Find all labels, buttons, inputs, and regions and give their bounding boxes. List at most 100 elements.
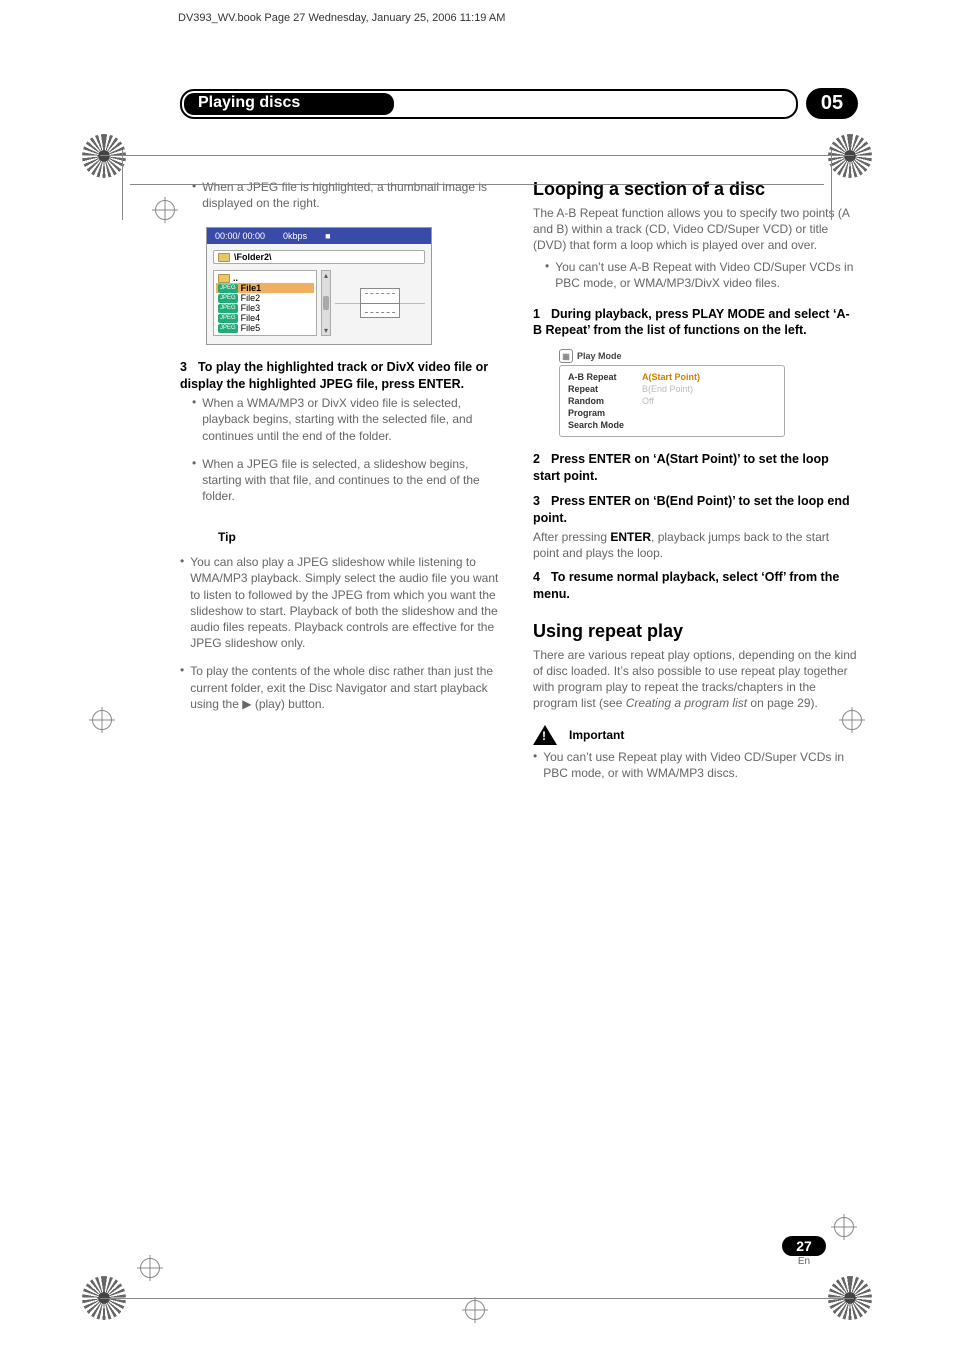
pm-opt: B(End Point)	[642, 384, 700, 394]
bullet-icon: •	[180, 663, 184, 718]
disc-nav-path-text: \Folder2\	[234, 252, 272, 262]
crosshair-bottom	[465, 1300, 485, 1320]
bullet-icon: •	[192, 456, 196, 511]
important-label: Important	[569, 728, 624, 742]
list-item: JPEG File3	[216, 303, 314, 313]
looping-desc: The A-B Repeat function allows you to sp…	[533, 205, 858, 254]
file-list: .. JPEG File1 JPEG File2 JPEG File3	[213, 270, 317, 336]
scroll-down-icon[interactable]: ▾	[322, 326, 330, 335]
play-mode-title: Play Mode	[577, 351, 622, 361]
page-lang: En	[798, 1256, 810, 1267]
section-title: Playing discs	[184, 93, 394, 115]
disc-nav-header: 00:00/ 00:00 0kbps ■	[207, 228, 431, 244]
list-item: JPEG File1	[216, 283, 314, 293]
thumbnail-icon	[360, 288, 400, 318]
parent-dots: ..	[233, 273, 238, 283]
loop-step2-text: Press ENTER on ‘A(Start Point)’ to set t…	[533, 452, 829, 483]
enter-keyword: ENTER	[610, 530, 651, 544]
file-name: File5	[241, 323, 261, 333]
print-burst-tl	[82, 134, 126, 178]
loop-step-1: 1During playback, press PLAY MODE and se…	[533, 306, 858, 340]
disc-nav-bitrate: 0kbps	[283, 231, 307, 241]
filetype-chip: JPEG	[218, 314, 238, 322]
disc-nav-path: \Folder2\	[213, 250, 425, 264]
filetype-chip: JPEG	[218, 304, 238, 312]
loop-step3-text: Press ENTER on ‘B(End Point)’ to set the…	[533, 494, 850, 525]
tip-b2-post: (play) button.	[251, 697, 324, 711]
important-header: Important	[533, 725, 858, 745]
scroll-thumb[interactable]	[323, 296, 329, 310]
crop-header-text: DV393_WV.book Page 27 Wednesday, January…	[178, 12, 505, 24]
rule-vr	[831, 150, 832, 220]
loop-step-4: 4To resume normal playback, select ‘Off’…	[533, 569, 858, 603]
pm-item: Program	[568, 408, 624, 418]
disc-navigator-figure: 00:00/ 00:00 0kbps ■ \Folder2\ .. JPEG F…	[206, 227, 432, 345]
play-mode-options: A(Start Point) B(End Point) Off	[642, 372, 700, 430]
page-number-value: 27	[782, 1236, 826, 1256]
pm-item: Repeat	[568, 384, 624, 394]
rule-bottom	[100, 1298, 854, 1299]
loop-step-2: 2Press ENTER on ‘A(Start Point)’ to set …	[533, 451, 858, 485]
bullet-icon: •	[180, 554, 184, 657]
list-item: JPEG File4	[216, 313, 314, 323]
folder-icon	[218, 253, 230, 262]
crosshair-left	[92, 710, 112, 730]
gear-icon	[180, 524, 206, 550]
loop-step4-text: To resume normal playback, select ‘Off’ …	[533, 570, 839, 601]
list-item: JPEG File5	[216, 323, 314, 333]
left-column: • When a JPEG file is highlighted, a thu…	[180, 179, 505, 794]
preview-pane	[335, 270, 425, 336]
right-column: Looping a section of a disc The A-B Repe…	[533, 179, 858, 794]
rule-vl	[122, 150, 123, 220]
rule-top	[100, 155, 854, 156]
file-name: File4	[241, 313, 261, 323]
loop-step3-after: After pressing ENTER, playback jumps bac…	[533, 529, 858, 561]
pm-item: A-B Repeat	[568, 372, 624, 382]
play-mode-menu: A-B Repeat Repeat Random Program Search …	[568, 372, 624, 430]
file-name: File2	[241, 293, 261, 303]
step-3-text: To play the highlighted track or DivX vi…	[180, 360, 488, 391]
list-item: JPEG File2	[216, 293, 314, 303]
pm-opt: Off	[642, 396, 700, 406]
tip-b2-pre: To play the contents of the whole disc r…	[190, 664, 493, 710]
page-number: 27 En	[774, 1236, 834, 1267]
pm-item: Search Mode	[568, 420, 624, 430]
section-pill: Playing discs	[180, 89, 798, 119]
repeat-desc: There are various repeat play options, d…	[533, 647, 858, 712]
loop-step-3: 3Press ENTER on ‘B(End Point)’ to set th…	[533, 493, 858, 527]
section-number: 05	[806, 88, 858, 119]
crop-header: DV393_WV.book Page 27 Wednesday, January…	[0, 0, 954, 32]
filetype-chip: JPEG	[218, 324, 238, 332]
tip-bullet2: To play the contents of the whole disc r…	[190, 663, 505, 712]
play-mode-figure: ▦ Play Mode A-B Repeat Repeat Random Pro…	[559, 349, 785, 437]
pm-item: Random	[568, 396, 624, 406]
important-bullet: You can’t use Repeat play with Video CD/…	[543, 749, 858, 781]
step-3: 3To play the highlighted track or DivX v…	[180, 359, 505, 393]
tip-label: Tip	[218, 530, 236, 544]
folder-icon	[218, 274, 230, 283]
play-mode-icon: ▦	[559, 349, 573, 363]
tip-bullet1: You can also play a JPEG slideshow while…	[190, 554, 505, 651]
stop-icon: ■	[325, 231, 330, 241]
repeat-desc-post: on page 29).	[747, 696, 818, 710]
bullet-icon: •	[545, 259, 549, 297]
tip-header: Tip	[180, 524, 505, 550]
crosshair-bl2	[140, 1258, 160, 1278]
list-item: ..	[216, 273, 314, 283]
rule-header	[130, 184, 824, 185]
filetype-chip: JPEG	[218, 284, 238, 292]
loop-step1-text: During playback, press PLAY MODE and sel…	[533, 307, 850, 338]
step3-bullet1: When a WMA/MP3 or DivX video file is sel…	[202, 395, 505, 444]
loop-note: You can’t use A-B Repeat with Video CD/S…	[555, 259, 858, 291]
looping-heading: Looping a section of a disc	[533, 179, 858, 201]
scroll-up-icon[interactable]: ▴	[322, 271, 330, 280]
bullet-icon: •	[192, 395, 196, 450]
print-burst-tr	[828, 134, 872, 178]
crosshair-header	[155, 200, 175, 220]
file-name: File3	[241, 303, 261, 313]
warning-icon	[533, 725, 557, 745]
filetype-chip: JPEG	[218, 294, 238, 302]
crosshair-right	[842, 710, 862, 730]
scrollbar[interactable]: ▴ ▾	[321, 270, 331, 336]
bullet-icon: •	[533, 749, 537, 787]
